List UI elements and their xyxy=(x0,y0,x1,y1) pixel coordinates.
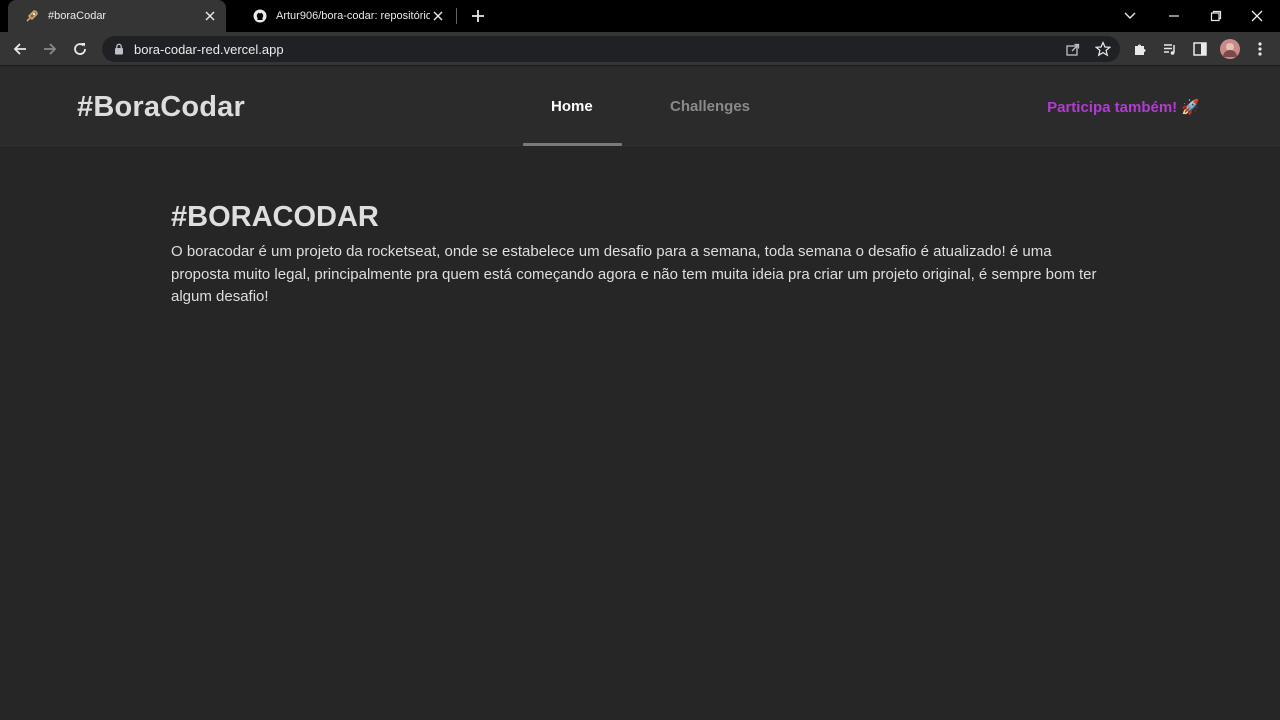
side-panel-icon[interactable] xyxy=(1188,37,1212,61)
tab-strip: #boraCodar Artur906/bora-codar: repositó… xyxy=(0,0,1280,32)
bookmark-star-icon[interactable] xyxy=(1091,37,1115,61)
close-icon[interactable] xyxy=(202,8,218,24)
tab-title: #boraCodar xyxy=(48,10,107,22)
extensions-icon[interactable] xyxy=(1128,37,1152,61)
minimize-button[interactable] xyxy=(1151,0,1197,32)
tab-search-button[interactable] xyxy=(1107,0,1153,32)
nav-challenges[interactable]: Challenges xyxy=(670,98,750,115)
back-button[interactable] xyxy=(8,37,32,61)
address-bar[interactable]: bora-codar-red.vercel.app xyxy=(102,36,1120,62)
participate-link[interactable]: Participa também! 🚀 xyxy=(1047,98,1200,116)
new-tab-button[interactable] xyxy=(468,6,488,26)
site-header: #BoraCodar Home Challenges Participa tam… xyxy=(0,67,1280,146)
menu-kebab-icon[interactable] xyxy=(1248,37,1272,61)
nav-home[interactable]: Home xyxy=(551,98,593,115)
site-logo[interactable]: #BoraCodar xyxy=(77,91,245,124)
page-content: #BoraCodar Home Challenges Participa tam… xyxy=(0,67,1280,720)
share-icon[interactable] xyxy=(1061,37,1085,61)
reload-button[interactable] xyxy=(68,37,92,61)
forward-button[interactable] xyxy=(38,37,62,61)
close-icon[interactable] xyxy=(430,8,446,24)
active-nav-indicator xyxy=(523,143,622,146)
browser-tab-boracodar[interactable]: #boraCodar xyxy=(8,0,226,32)
intro-paragraph: O boracodar é um projeto da rocketseat, … xyxy=(171,243,1097,305)
rocket-icon xyxy=(24,8,40,24)
restore-button[interactable] xyxy=(1193,0,1239,32)
avatar[interactable] xyxy=(1218,37,1242,61)
close-window-button[interactable] xyxy=(1234,0,1280,32)
browser-toolbar: bora-codar-red.vercel.app xyxy=(0,32,1280,66)
lock-icon xyxy=(112,42,126,56)
tab-title: Artur906/bora-codar: repositório xyxy=(276,10,430,22)
url-text: bora-codar-red.vercel.app xyxy=(134,41,284,57)
page-title: #BORACODAR xyxy=(171,201,379,233)
tab-separator xyxy=(456,8,457,24)
github-icon xyxy=(252,8,268,24)
media-controls-icon[interactable] xyxy=(1158,37,1182,61)
browser-tab-github[interactable]: Artur906/bora-codar: repositório xyxy=(236,0,454,32)
